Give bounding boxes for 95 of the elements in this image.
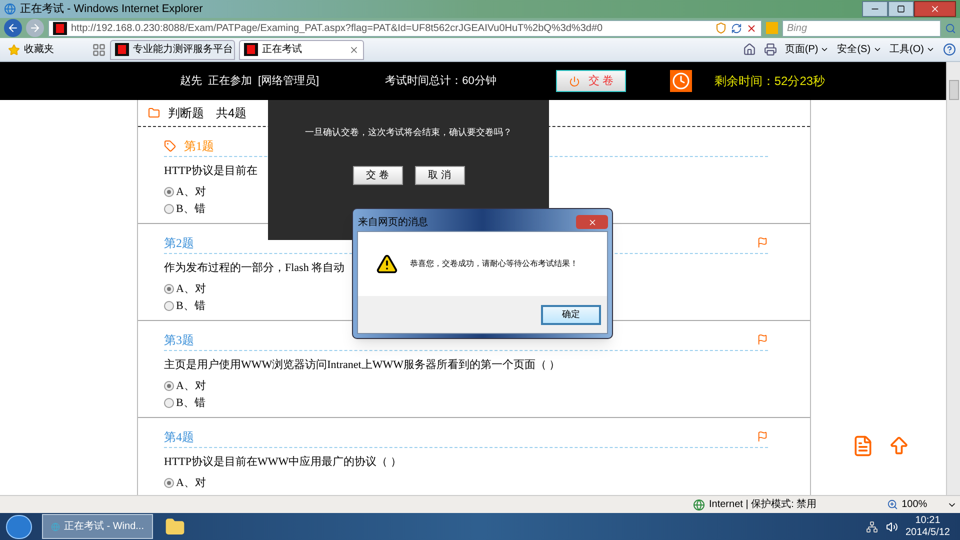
zoom-icon[interactable] bbox=[886, 499, 898, 510]
clock-time: 10:21 bbox=[915, 514, 940, 526]
warning-icon bbox=[376, 253, 398, 275]
caret-icon bbox=[820, 45, 830, 54]
address-field[interactable]: http://192.168.0.230:8088/Exam/PATPage/Examing_PAT.aspx?flag=PAT&Id=UF8t562crJGEAIVu0HuT%2bQ%3d%3d#0 bbox=[48, 20, 762, 36]
bing-logo-icon bbox=[766, 22, 778, 34]
caret-icon bbox=[872, 45, 882, 54]
start-button[interactable] bbox=[6, 514, 32, 538]
site-logo-icon bbox=[53, 22, 67, 34]
question-text: HTTP协议是目前在WWW中应用最广的协议（ ） bbox=[164, 454, 402, 470]
question-text: HTTP协议是目前在 bbox=[164, 164, 258, 179]
option-label: B、错 bbox=[176, 299, 206, 314]
option-label: B、错 bbox=[176, 396, 206, 411]
question-count: 共4题 bbox=[216, 105, 247, 122]
question-number: 第4题 bbox=[164, 428, 194, 446]
question-number: 第1题 bbox=[184, 138, 214, 154]
dialog-button[interactable]: 取 消 bbox=[414, 166, 464, 184]
star-icon bbox=[8, 44, 20, 56]
volume-icon[interactable] bbox=[886, 520, 898, 532]
total-time: 考试时间总计：60分钟 bbox=[385, 74, 496, 89]
browser-tab[interactable]: 正在考试 bbox=[239, 40, 364, 60]
clock-date: 2014/5/12 bbox=[906, 526, 950, 538]
option-label: A、对 bbox=[176, 476, 206, 490]
power-icon bbox=[569, 76, 580, 86]
tab-label: 正在考试 bbox=[262, 42, 302, 57]
caret-icon bbox=[926, 45, 935, 54]
question-text: 作为发布过程的一部分，Flash 将自动 bbox=[164, 260, 345, 276]
browser-tab[interactable]: 专业能力测评服务平台 bbox=[110, 40, 235, 60]
remaining-time: 剩余时间：52分23秒 bbox=[714, 73, 826, 90]
back-arrow-icon bbox=[7, 22, 19, 34]
question-text: 主页是用户使用WWW浏览器访问Intranet上WWW服务器所看到的第一个页面（ ） bbox=[164, 358, 560, 373]
folder-icon[interactable] bbox=[165, 516, 185, 536]
close-icon bbox=[930, 4, 940, 14]
browser-icon bbox=[4, 3, 16, 15]
section-title: 判断题 bbox=[168, 105, 204, 122]
up-arrow-icon[interactable] bbox=[888, 435, 910, 457]
print-icon[interactable] bbox=[764, 43, 777, 56]
forward-button[interactable] bbox=[26, 19, 44, 37]
maximize-icon bbox=[897, 5, 905, 13]
zoom-level[interactable]: 100% bbox=[902, 497, 928, 512]
confirm-message: 一旦确认交卷，这次考试将会结束，确认要交卷吗？ bbox=[305, 126, 512, 139]
option-label: B、错 bbox=[176, 202, 206, 217]
radio-button[interactable] bbox=[164, 301, 174, 312]
dialog-button[interactable]: 交 卷 bbox=[352, 166, 402, 184]
forward-arrow-icon bbox=[29, 22, 41, 34]
search-icon[interactable] bbox=[945, 22, 956, 34]
option-label: A、对 bbox=[176, 378, 206, 394]
flag-icon[interactable] bbox=[757, 334, 768, 345]
radio-button[interactable] bbox=[164, 204, 174, 214]
question-number: 第2题 bbox=[164, 234, 194, 252]
folder-icon bbox=[148, 107, 160, 119]
toolbar-menu[interactable]: 页面(P) bbox=[784, 42, 830, 57]
maximize-button[interactable] bbox=[888, 1, 914, 17]
message-box-title: 来自网页的消息 bbox=[358, 216, 428, 230]
window-title: 正在考试 - Windows Internet Explorer bbox=[20, 2, 203, 17]
radio-button[interactable] bbox=[164, 478, 174, 488]
stop-icon[interactable] bbox=[746, 22, 757, 34]
globe-icon bbox=[693, 498, 705, 510]
clock-icon bbox=[670, 70, 692, 92]
quick-tabs-icon[interactable] bbox=[92, 42, 106, 56]
site-logo-icon bbox=[115, 43, 129, 56]
scrollbar[interactable] bbox=[946, 62, 960, 495]
close-tab-icon[interactable] bbox=[349, 44, 359, 54]
flag-icon[interactable] bbox=[757, 431, 768, 442]
help-icon[interactable] bbox=[943, 43, 956, 56]
message-text: 恭喜您，交卷成功，请耐心等待公布考试结果！ bbox=[410, 258, 578, 270]
radio-button[interactable] bbox=[164, 186, 174, 197]
option-label: A、对 bbox=[176, 282, 206, 296]
taskbar-task[interactable]: 正在考试 - Wind... bbox=[42, 514, 153, 539]
exam-subject: [网络管理员] bbox=[258, 74, 320, 89]
close-icon bbox=[588, 218, 596, 226]
site-logo-icon bbox=[244, 43, 258, 56]
toolbar-menu[interactable]: 工具(O) bbox=[890, 42, 935, 57]
radio-button[interactable] bbox=[164, 284, 174, 294]
flag-icon[interactable] bbox=[757, 237, 768, 248]
question-number: 第3题 bbox=[164, 332, 194, 348]
candidate-name: 赵先 bbox=[180, 74, 202, 89]
exam-status: 正在参加 bbox=[208, 74, 252, 89]
close-button[interactable] bbox=[576, 215, 608, 229]
back-button[interactable] bbox=[4, 19, 22, 37]
tab-label: 专业能力测评服务平台 bbox=[133, 42, 233, 57]
answer-sheet-icon[interactable] bbox=[852, 435, 874, 457]
toolbar-menu[interactable]: 安全(S) bbox=[837, 42, 882, 57]
close-button[interactable] bbox=[914, 1, 956, 17]
favorites-button[interactable]: 收藏夹 bbox=[4, 42, 58, 57]
network-icon[interactable] bbox=[866, 520, 878, 532]
ok-button[interactable]: 确定 bbox=[541, 304, 601, 324]
search-field[interactable]: Bing bbox=[782, 20, 941, 36]
option-label: A、对 bbox=[176, 184, 206, 200]
refresh-icon[interactable] bbox=[731, 22, 742, 34]
radio-button[interactable] bbox=[164, 380, 174, 391]
radio-button[interactable] bbox=[164, 398, 174, 408]
home-icon[interactable] bbox=[742, 43, 756, 56]
security-zone: Internet | 保护模式: 禁用 bbox=[709, 498, 817, 512]
shield-icon[interactable] bbox=[715, 22, 727, 34]
